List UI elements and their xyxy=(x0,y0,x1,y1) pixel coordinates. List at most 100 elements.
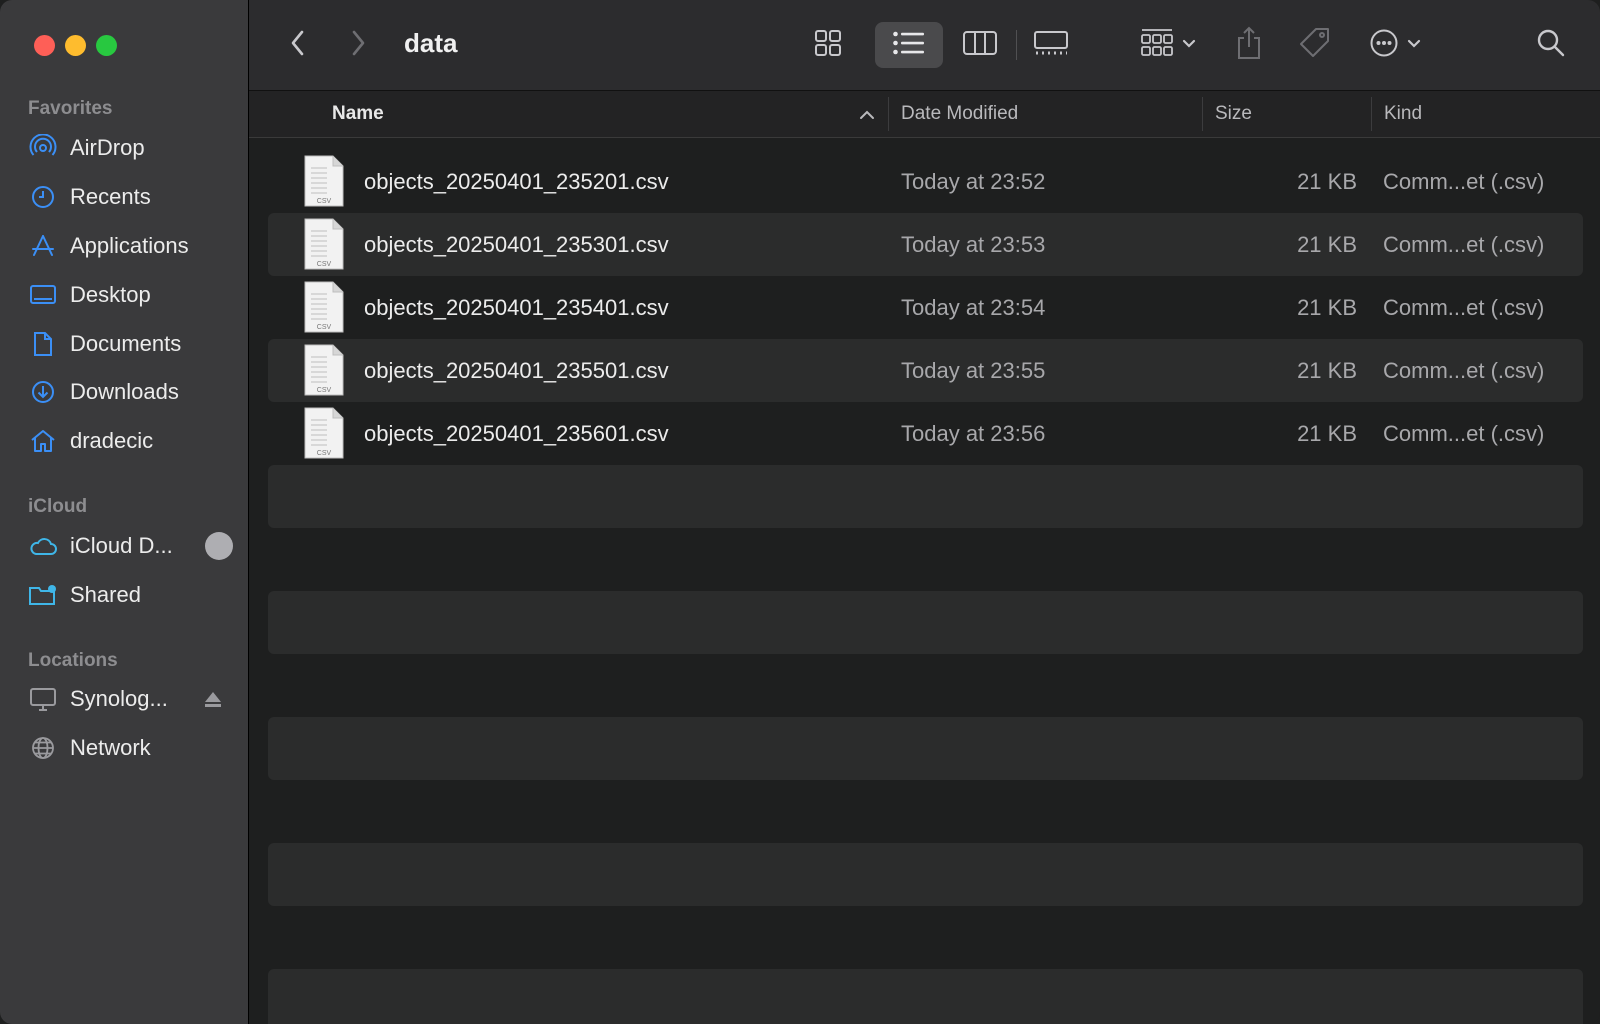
gallery-icon xyxy=(1033,29,1069,62)
sidebar-section-locations: Locations xyxy=(28,650,118,671)
sidebar-item-label: Downloads xyxy=(70,379,179,404)
chevron-down-icon xyxy=(1182,36,1196,54)
file-kind: Comm...et (.csv) xyxy=(1383,168,1545,194)
file-date: Today at 23:56 xyxy=(901,420,1046,446)
document-icon xyxy=(28,329,58,359)
csv-file-icon: CSV xyxy=(303,343,345,402)
empty-row xyxy=(268,528,1583,591)
tag-button[interactable] xyxy=(1293,22,1337,68)
sidebar-item-applications[interactable]: Applications xyxy=(28,228,233,264)
file-date: Today at 23:55 xyxy=(901,357,1046,383)
sidebar-item-home[interactable]: dradecic xyxy=(28,423,233,459)
shared-folder-icon xyxy=(28,580,58,610)
gallery-view-button[interactable] xyxy=(1023,22,1079,68)
close-window-button[interactable] xyxy=(34,35,55,56)
share-icon xyxy=(1235,26,1263,65)
sidebar-item-label: Synolog... xyxy=(70,686,168,711)
finder-window: Favorites AirDrop Recents Applications D… xyxy=(0,0,1600,1024)
empty-row xyxy=(268,906,1583,969)
empty-row xyxy=(268,780,1583,843)
column-header-size[interactable]: Size xyxy=(1215,103,1252,125)
file-size: 21 KB xyxy=(1297,420,1357,446)
sidebar-item-label: dradecic xyxy=(70,428,154,453)
chevron-left-icon xyxy=(290,30,306,61)
file-row[interactable]: CSV objects_20250401_235601.csv Today at… xyxy=(268,402,1583,465)
file-row[interactable]: CSV objects_20250401_235201.csv Today at… xyxy=(268,150,1583,213)
column-header-name[interactable]: Name xyxy=(332,103,384,125)
file-row[interactable]: CSV objects_20250401_235301.csv Today at… xyxy=(268,213,1583,276)
file-date: Today at 23:54 xyxy=(901,294,1046,320)
csv-icon-text: CSV xyxy=(317,261,332,268)
file-row[interactable]: CSV objects_20250401_235501.csv Today at… xyxy=(268,339,1583,402)
search-button[interactable] xyxy=(1531,22,1571,68)
sidebar-item-icloud-drive[interactable]: iCloud D... xyxy=(28,528,233,564)
column-separator[interactable] xyxy=(888,97,889,131)
sidebar-item-label: AirDrop xyxy=(70,135,145,160)
columns-icon xyxy=(962,29,998,62)
csv-icon-text: CSV xyxy=(317,450,332,457)
sidebar-item-label: iCloud D... xyxy=(70,533,173,558)
csv-icon-text: CSV xyxy=(317,198,332,205)
empty-row xyxy=(268,843,1583,906)
computer-icon xyxy=(28,684,58,714)
applications-icon xyxy=(28,231,58,261)
column-view-button[interactable] xyxy=(953,22,1007,68)
window-title: data xyxy=(404,28,458,58)
file-kind: Comm...et (.csv) xyxy=(1383,294,1545,320)
list-view-button[interactable] xyxy=(875,22,943,68)
column-header-kind[interactable]: Kind xyxy=(1384,103,1422,125)
sidebar-item-airdrop[interactable]: AirDrop xyxy=(28,130,233,166)
share-button[interactable] xyxy=(1229,22,1269,68)
sidebar-item-shared[interactable]: Shared xyxy=(28,577,233,613)
file-size: 21 KB xyxy=(1297,357,1357,383)
csv-icon-text: CSV xyxy=(317,387,332,394)
file-kind: Comm...et (.csv) xyxy=(1383,231,1545,257)
column-header-bar: Name Date Modified Size Kind xyxy=(249,91,1600,138)
empty-row xyxy=(268,465,1583,528)
sort-ascending-icon[interactable] xyxy=(859,107,875,125)
file-date: Today at 23:53 xyxy=(901,231,1046,257)
file-date: Today at 23:52 xyxy=(901,168,1046,194)
sidebar-item-synology[interactable]: Synolog... xyxy=(28,681,233,717)
sidebar-item-label: Desktop xyxy=(70,282,151,307)
sidebar-section-icloud: iCloud xyxy=(28,496,88,517)
back-button[interactable] xyxy=(283,22,313,68)
download-icon xyxy=(28,377,58,407)
file-kind: Comm...et (.csv) xyxy=(1383,357,1545,383)
tag-icon xyxy=(1298,26,1332,65)
grid-icon xyxy=(813,29,843,62)
csv-icon-text: CSV xyxy=(317,324,332,331)
file-name: objects_20250401_235501.csv xyxy=(364,357,669,383)
sidebar-item-downloads[interactable]: Downloads xyxy=(28,374,233,410)
window-controls xyxy=(34,35,117,56)
sidebar-item-desktop[interactable]: Desktop xyxy=(28,277,233,313)
column-header-date[interactable]: Date Modified xyxy=(901,103,1018,125)
empty-row xyxy=(268,717,1583,780)
empty-row xyxy=(268,969,1583,1024)
forward-button[interactable] xyxy=(343,22,373,68)
column-separator[interactable] xyxy=(1202,97,1203,131)
csv-file-icon: CSV xyxy=(303,154,345,213)
more-actions-button[interactable] xyxy=(1363,22,1427,68)
file-list: CSV objects_20250401_235201.csv Today at… xyxy=(268,150,1583,1024)
zoom-window-button[interactable] xyxy=(96,35,117,56)
sidebar-item-network[interactable]: Network xyxy=(28,730,233,766)
sidebar-item-recents[interactable]: Recents xyxy=(28,179,233,215)
file-row[interactable]: CSV objects_20250401_235401.csv Today at… xyxy=(268,276,1583,339)
icon-view-button[interactable] xyxy=(801,22,855,68)
csv-file-icon: CSV xyxy=(303,406,345,465)
group-by-button[interactable] xyxy=(1135,22,1201,68)
csv-file-icon: CSV xyxy=(303,217,345,276)
search-icon xyxy=(1536,28,1566,63)
sidebar: Favorites AirDrop Recents Applications D… xyxy=(0,0,249,1024)
file-name: objects_20250401_235201.csv xyxy=(364,168,669,194)
clock-icon xyxy=(28,182,58,212)
sidebar-item-documents[interactable]: Documents xyxy=(28,326,233,362)
chevron-right-icon xyxy=(350,30,366,61)
sidebar-item-label: Network xyxy=(70,735,151,760)
eject-icon[interactable] xyxy=(203,689,223,715)
minimize-window-button[interactable] xyxy=(65,35,86,56)
sidebar-item-label: Documents xyxy=(70,331,182,356)
column-separator[interactable] xyxy=(1371,97,1372,131)
file-size: 21 KB xyxy=(1297,294,1357,320)
